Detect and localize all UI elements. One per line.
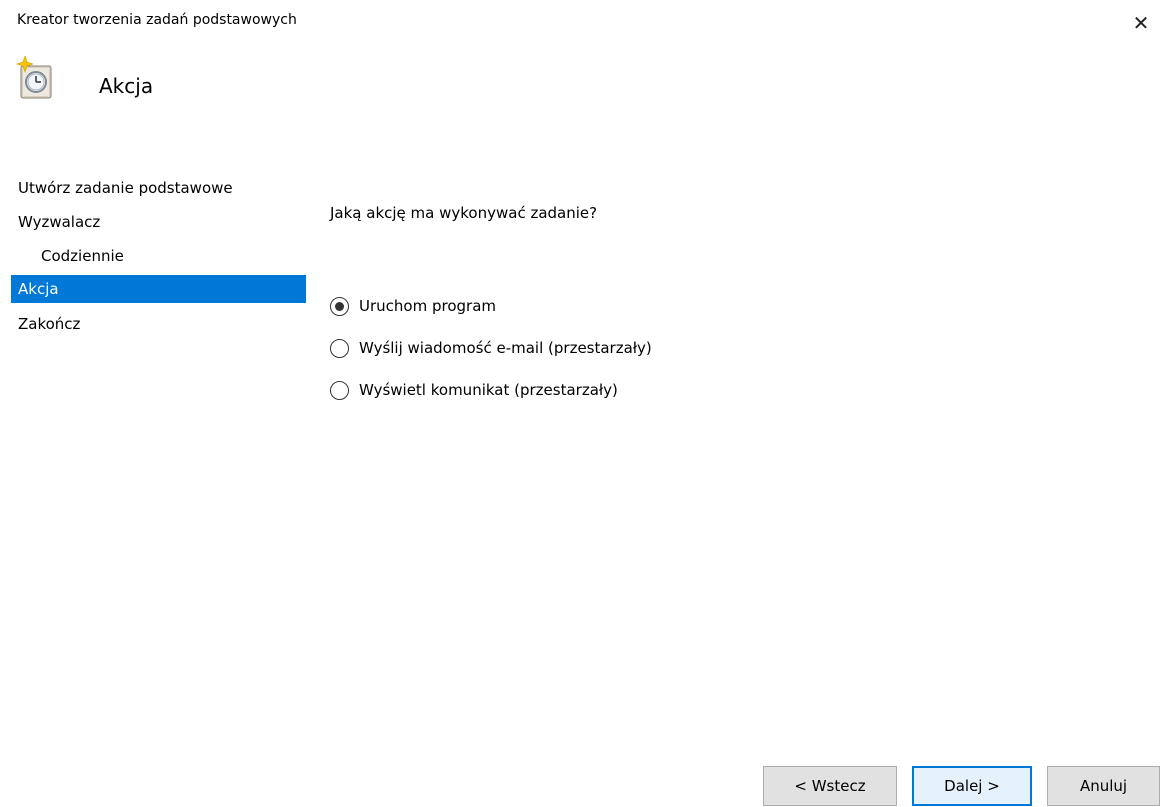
radio-button[interactable]	[330, 380, 349, 400]
step-daily[interactable]: Codziennie	[11, 241, 306, 275]
option-label: Uruchom program	[359, 297, 496, 315]
button-bar: < Wstecz Dalej > Anuluj	[0, 760, 1161, 807]
option-label: Wyślij wiadomość e-mail (przestarzały)	[359, 339, 652, 357]
action-question: Jaką akcję ma wykonywać zadanie?	[330, 204, 598, 222]
option-display-message[interactable]: Wyświetl komunikat (przestarzały)	[330, 369, 652, 411]
window-title: Kreator tworzenia zadań podstawowych	[17, 12, 297, 28]
option-label: Wyświetl komunikat (przestarzały)	[359, 381, 618, 399]
step-action[interactable]: Akcja	[11, 275, 306, 303]
wizard-steps-nav: Utwórz zadanie podstawowe Wyzwalacz Codz…	[11, 173, 306, 343]
radio-button[interactable]	[330, 338, 349, 358]
option-start-program[interactable]: Uruchom program	[330, 285, 652, 327]
close-icon[interactable]: ✕	[1128, 10, 1154, 36]
next-button[interactable]: Dalej >	[912, 766, 1032, 806]
option-send-email[interactable]: Wyślij wiadomość e-mail (przestarzały)	[330, 327, 652, 369]
step-finish[interactable]: Zakończ	[11, 309, 306, 343]
title-bar: Kreator tworzenia zadań podstawowych ✕	[0, 0, 1161, 46]
step-create-basic-task[interactable]: Utwórz zadanie podstawowe	[11, 173, 306, 207]
action-radio-group: Uruchom program Wyślij wiadomość e-mail …	[330, 285, 652, 411]
wizard-window: Kreator tworzenia zadań podstawowych ✕ A…	[0, 0, 1161, 807]
wizard-header: Akcja	[0, 52, 1161, 122]
task-scheduler-clock-icon	[15, 55, 57, 102]
radio-button-checked[interactable]	[330, 296, 349, 316]
page-title: Akcja	[99, 74, 154, 98]
cancel-button[interactable]: Anuluj	[1047, 766, 1160, 806]
step-trigger[interactable]: Wyzwalacz	[11, 207, 306, 241]
radio-dot	[335, 301, 344, 311]
back-button[interactable]: < Wstecz	[763, 766, 897, 806]
